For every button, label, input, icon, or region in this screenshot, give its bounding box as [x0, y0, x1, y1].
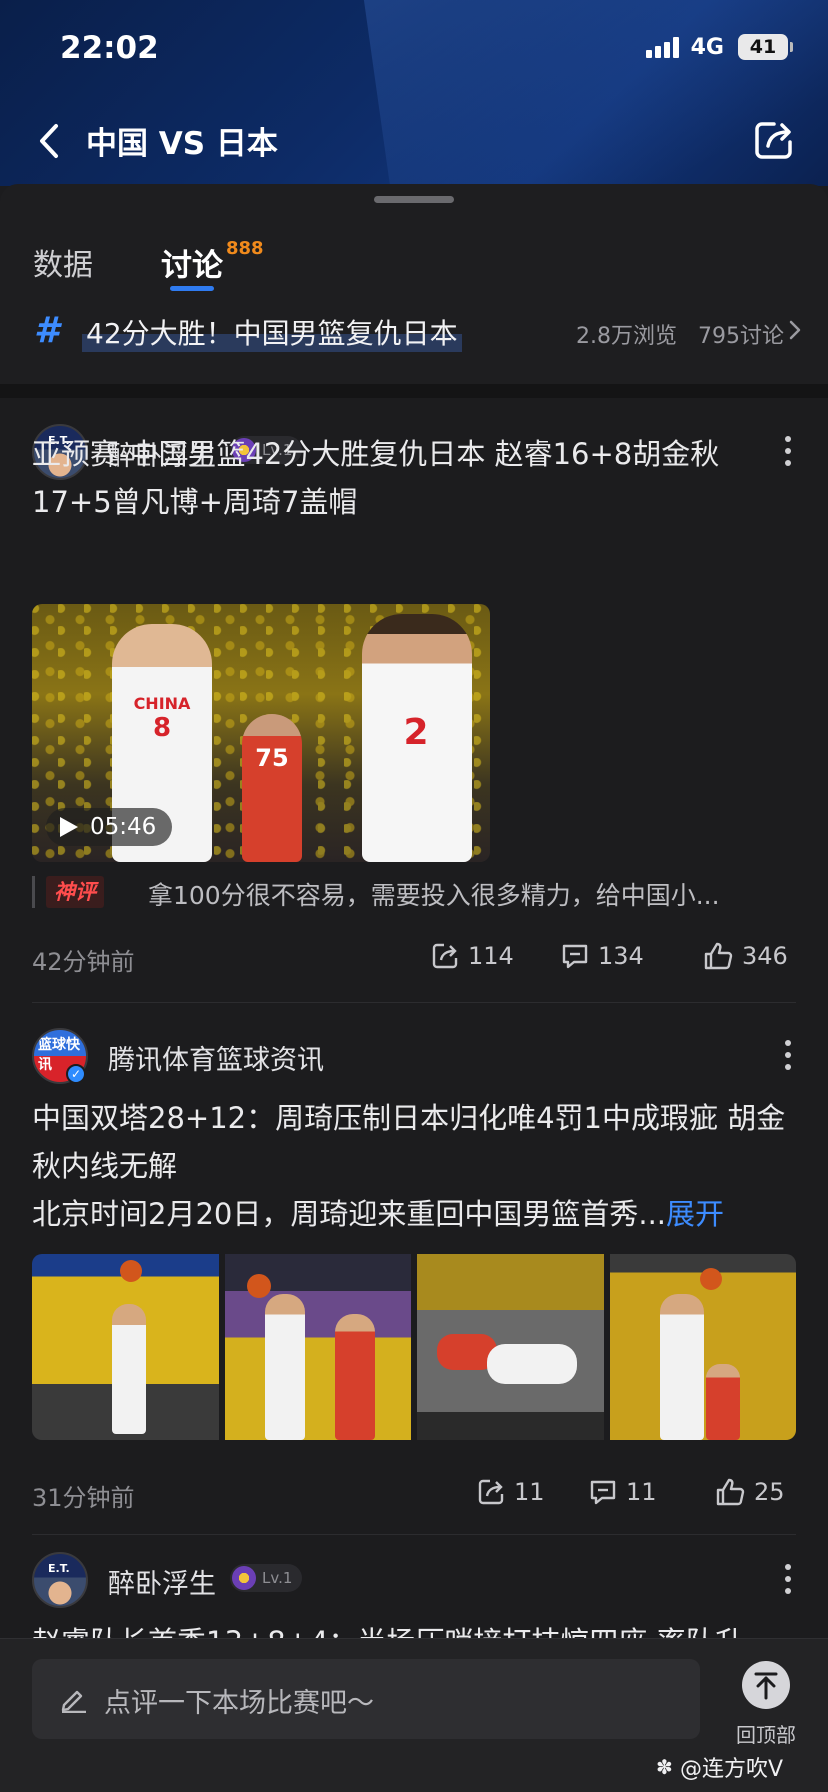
- thumbs-up-icon: [704, 942, 733, 970]
- share-icon: [432, 943, 458, 969]
- post-time: 31分钟前: [32, 1484, 135, 1512]
- topic-views: 2.8万浏览: [576, 324, 678, 349]
- topic-title[interactable]: 42分大胜！中国男篮复仇日本: [82, 312, 462, 352]
- post-time: 42分钟前: [32, 948, 135, 976]
- jersey-text: CHINA 8: [133, 694, 191, 743]
- tab-sheet: 数据 讨论 888 # 42分大胜！中国男篮复仇日本 2.8万浏览 795讨论: [0, 184, 828, 384]
- featured-comment-text: 拿100分很不容易，需要投入很多精力，给中国小...: [148, 881, 720, 910]
- tab-data[interactable]: 数据: [33, 240, 93, 284]
- discussion-feed[interactable]: E.T. 醉卧浮生 Lv.1 亚预赛-中国男篮42分大胜复仇日本 赵睿16+8胡…: [0, 398, 828, 1638]
- watermark: @连方吹V: [680, 1757, 784, 1782]
- like-button[interactable]: 25: [714, 1474, 785, 1510]
- share-button[interactable]: 11: [476, 1474, 545, 1510]
- status-time: 22:02: [60, 30, 159, 66]
- battery-icon: 41: [738, 34, 793, 60]
- post-summary-text: 北京时间2月20日，周琦迎来重回中国男篮首秀...: [32, 1197, 667, 1231]
- comment-button[interactable]: 11: [588, 1474, 657, 1510]
- opponent-figure: [242, 714, 302, 862]
- post-summary[interactable]: 北京时间2月20日，周琦迎来重回中国男篮首秀...展开: [32, 1190, 792, 1238]
- grid-image[interactable]: [609, 1254, 796, 1440]
- topic-row[interactable]: # 42分大胜！中国男篮复仇日本 2.8万浏览 795讨论: [0, 304, 828, 356]
- grid-image[interactable]: [32, 1254, 219, 1440]
- post-title-text[interactable]: 中国双塔28+12：周琦压制日本归化唯4罚1中成瑕疵 胡金秋内线无解: [32, 1094, 792, 1190]
- post-meta: 31分钟前 11 11 25: [32, 1474, 796, 1512]
- chevron-right-icon[interactable]: [788, 318, 802, 342]
- pen-icon: [61, 1690, 86, 1713]
- comment-input[interactable]: 点评一下本场比赛吧～: [32, 1659, 700, 1739]
- comment-icon: [562, 944, 588, 969]
- comment-input-placeholder: 点评一下本场比赛吧～: [104, 1688, 374, 1719]
- jersey-number: 2: [403, 712, 429, 753]
- arrow-up-icon: [754, 1672, 778, 1700]
- thumbs-up-icon: [716, 1478, 745, 1506]
- jersey-number: 75: [255, 744, 289, 772]
- video-thumbnail[interactable]: CHINA 8 75 2 05:46: [32, 604, 490, 862]
- topic-discussions: 795讨论: [698, 324, 784, 349]
- play-icon: [60, 817, 78, 837]
- more-options-icon[interactable]: [784, 1564, 792, 1594]
- share-icon: [478, 1479, 504, 1505]
- share-button[interactable]: 114: [430, 938, 514, 974]
- comment-button[interactable]: 134: [560, 938, 644, 974]
- header: 22:02 4G 41 中国 VS 日本: [0, 0, 828, 186]
- share-icon[interactable]: [752, 118, 796, 162]
- featured-comment[interactable]: 神评 拿100分很不容易，需要投入很多精力，给中国小...: [32, 874, 802, 910]
- post-author[interactable]: 醉卧浮生: [108, 1562, 216, 1601]
- grid-image[interactable]: [417, 1254, 604, 1440]
- bottom-bar: 点评一下本场比赛吧～ 回顶部 ✽ @连方吹V: [0, 1638, 828, 1792]
- image-grid: [32, 1254, 796, 1440]
- verified-icon: ✓: [66, 1064, 86, 1084]
- status-icons: 4G 41: [645, 34, 793, 60]
- like-button[interactable]: 346: [702, 938, 788, 974]
- grid-image[interactable]: [224, 1254, 411, 1440]
- back-to-top-button[interactable]: [742, 1661, 790, 1709]
- hashtag-icon: #: [34, 310, 60, 351]
- signal-icon: [645, 36, 679, 58]
- expand-link[interactable]: 展开: [666, 1197, 724, 1231]
- level-badge: Lv.1: [230, 1564, 303, 1592]
- post-title-text[interactable]: 亚预赛-中国男篮42分大胜复仇日本 赵睿16+8胡金秋17+5曾凡博+周琦7盖帽: [32, 430, 792, 526]
- video-duration: 05:46: [46, 808, 173, 846]
- topic-stats: 2.8万浏览 795讨论: [576, 318, 784, 350]
- level-medal-icon: [232, 1566, 256, 1590]
- post-title-text[interactable]: 赵睿队长首秀13+8+4：半场压哨接打技惊四座 率队升: [32, 1618, 822, 1638]
- post-separator: [32, 1534, 796, 1535]
- post-card: E.T. 醉卧浮生 Lv.1 亚预赛-中国男篮42分大胜复仇日本 赵睿16+8胡…: [0, 398, 828, 1003]
- network-label: 4G: [690, 34, 724, 60]
- post-separator: [32, 1002, 796, 1003]
- discussion-count-badge: 888: [226, 238, 264, 259]
- quote-bar: [32, 876, 35, 908]
- more-options-icon[interactable]: [784, 1040, 792, 1070]
- featured-comment-tag: 神评: [46, 876, 104, 908]
- tab-discussion[interactable]: 讨论: [161, 240, 223, 285]
- post-card: 篮球快讯 ✓ 腾讯体育篮球资讯 中国双塔28+12：周琦压制日本归化唯4罚1中成…: [0, 1004, 828, 1535]
- back-icon[interactable]: [30, 116, 70, 166]
- comment-icon: [590, 1480, 616, 1505]
- avatar-cap-logo: E.T.: [48, 1562, 70, 1575]
- avatar[interactable]: E.T.: [32, 1552, 88, 1608]
- post-meta: 42分钟前 114 134 346: [32, 938, 796, 976]
- post-card: E.T. 醉卧浮生 Lv.1 赵睿队长首秀13+8+4：半场压哨接打技惊四座 率…: [0, 1538, 828, 1638]
- page-title: 中国 VS 日本: [86, 126, 278, 162]
- post-author[interactable]: 腾讯体育篮球资讯: [108, 1038, 324, 1077]
- back-to-top-label[interactable]: 回顶部: [736, 1719, 796, 1748]
- sheet-grabber[interactable]: [374, 196, 454, 203]
- active-tab-indicator: [170, 286, 214, 291]
- watermark-paw-icon: ✽: [656, 1755, 673, 1779]
- section-divider: [0, 384, 828, 398]
